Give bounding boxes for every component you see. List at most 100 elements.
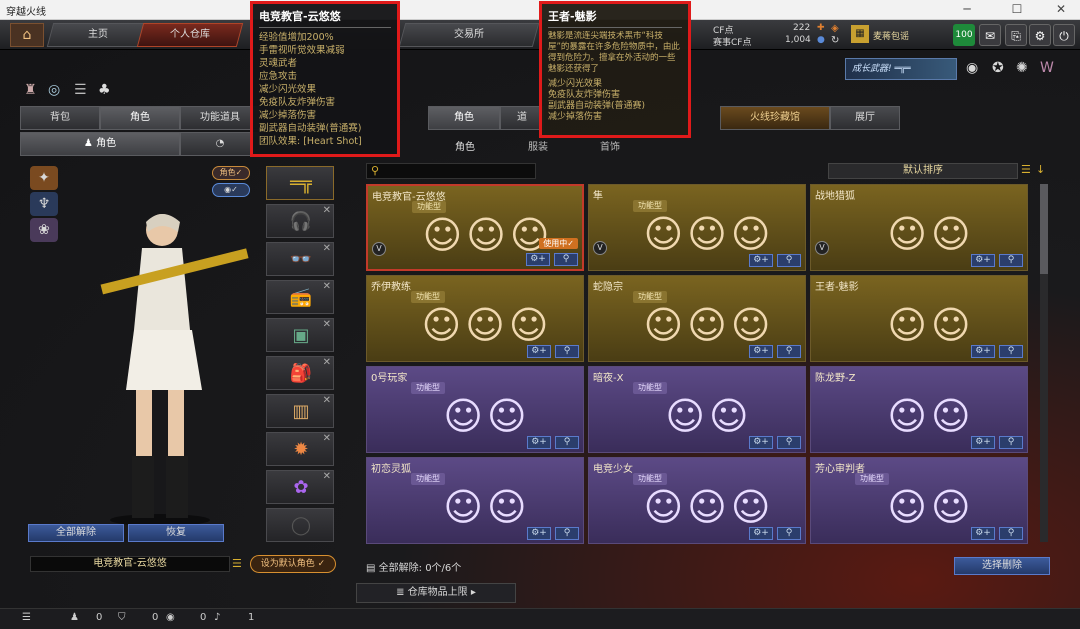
search-icon[interactable]: ⚲ — [554, 253, 578, 266]
tab-exchange[interactable]: 交易所 — [398, 23, 540, 47]
category-icon-2[interactable]: ♆ — [30, 192, 58, 216]
equip-button[interactable]: ⚙+ — [749, 527, 773, 540]
refresh-icon[interactable]: ↻ — [831, 35, 839, 46]
cf-add-icon[interactable]: ✚ — [817, 23, 825, 33]
slot-glasses[interactable]: ✕ 👓 — [266, 242, 334, 276]
equip-button[interactable]: ⚙+ — [527, 436, 551, 449]
character-card[interactable]: 蛇隐宗 功能型 ☺ ☺ ☺ ⚙+ ⚲ — [588, 275, 806, 362]
subtab-other[interactable]: ◔ — [180, 132, 260, 156]
equip-button[interactable]: ⚙+ — [749, 254, 773, 267]
character-card[interactable]: 芳心审判者 功能型 ☺ ☺ ⚙+ ⚲ — [810, 457, 1028, 544]
role-toggle[interactable]: 角色✓ — [212, 166, 250, 180]
equip-button[interactable]: ⚙+ — [526, 253, 550, 266]
maximize-icon[interactable]: ☐ — [1004, 2, 1030, 18]
speaker-icon[interactable]: ♪ — [214, 612, 220, 623]
category-icon-1[interactable]: ✦ — [30, 166, 58, 190]
character-card[interactable]: 暗夜-X 功能型 ☺ ☺ ⚙+ ⚲ — [588, 366, 806, 453]
search-icon[interactable]: ⚲ — [555, 345, 579, 358]
friends-icon[interactable]: ♟ — [70, 612, 79, 623]
subtab-character[interactable]: ♟ 角色 — [20, 132, 180, 156]
gift-icon[interactable]: ▦ — [851, 25, 869, 43]
tab-backpack[interactable]: 背包 — [20, 106, 100, 130]
remove-icon[interactable]: ✕ — [323, 433, 331, 444]
equip-button[interactable]: ⚙+ — [971, 436, 995, 449]
tab-home[interactable]: 主页 — [46, 23, 150, 47]
slot-headphones[interactable]: ✕ 🎧 — [266, 204, 334, 238]
badge-icon-1[interactable]: ◉ — [966, 60, 978, 76]
scrollbar[interactable] — [1040, 184, 1048, 542]
slot-empty[interactable]: ◯ — [266, 508, 334, 542]
slot-ammo[interactable]: ✕ ▥ — [266, 394, 334, 428]
remove-icon[interactable]: ✕ — [323, 357, 331, 368]
slot-spray[interactable]: ✕ ✹ — [266, 432, 334, 466]
list-view-icon[interactable]: ☰ — [1021, 163, 1031, 176]
search-icon[interactable]: ⚲ — [555, 436, 579, 449]
search-icon[interactable]: ⚲ — [777, 345, 801, 358]
bag-icon[interactable]: ♣ — [98, 82, 111, 98]
tab-warehouse[interactable]: 个人仓库 — [136, 23, 244, 47]
subtab-role[interactable]: 角色 — [455, 138, 475, 153]
search-icon[interactable]: ⚲ — [777, 527, 801, 540]
search-icon[interactable]: ⚲ — [777, 254, 801, 267]
character-card[interactable]: 乔伊教练 功能型 ☺ ☺ ☺ ⚙+ ⚲ — [366, 275, 584, 362]
select-delete-button[interactable]: 选择删除 — [954, 557, 1050, 575]
sort-down-icon[interactable]: ↓ — [1036, 163, 1045, 176]
equip-button[interactable]: ⚙+ — [527, 527, 551, 540]
restore-button[interactable]: 恢复 — [128, 524, 224, 542]
subtab-outfit[interactable]: 服装 — [528, 138, 548, 153]
tab-character[interactable]: 角色 — [100, 106, 180, 130]
gift-label[interactable]: 麦蒋包谣 — [873, 29, 909, 42]
rank-icon[interactable]: ♜ — [24, 82, 37, 98]
subtab-jewelry[interactable]: 首饰 — [600, 138, 620, 153]
power-icon[interactable]: ⏻ — [1053, 24, 1075, 46]
sort-dropdown[interactable]: 默认排序 — [828, 163, 1018, 179]
exit-icon[interactable]: ⎘ — [1005, 24, 1027, 46]
category-icon-3[interactable]: ❀ — [30, 218, 58, 242]
equip-button[interactable]: ⚙+ — [749, 436, 773, 449]
tab-items[interactable]: 功能道具 — [180, 106, 260, 130]
chat-icon[interactable]: ◉ — [166, 612, 175, 623]
slot-emblem[interactable]: ✕ ✿ — [266, 470, 334, 504]
character-card[interactable]: 初恋灵狐 功能型 ☺ ☺ ⚙+ ⚲ — [366, 457, 584, 544]
list-icon[interactable]: ☰ — [22, 612, 31, 623]
slot-weapon[interactable]: ═╦ — [266, 166, 334, 200]
tab-right-character[interactable]: 角色 — [428, 106, 500, 130]
character-card[interactable]: 战地猎狐 ☺ ☺ V ⚙+ ⚲ — [810, 184, 1028, 271]
home-icon[interactable]: ⌂ — [10, 23, 44, 47]
search-icon[interactable]: ⚲ — [777, 436, 801, 449]
eye-toggle[interactable]: ◉✓ — [212, 183, 250, 197]
clan-icon[interactable]: ⛉ — [118, 612, 126, 623]
remove-icon[interactable]: ✕ — [323, 281, 331, 292]
gear-icon[interactable]: ⚙ — [1029, 24, 1051, 46]
badge-icon-3[interactable]: ✺ — [1016, 60, 1028, 76]
remove-icon[interactable]: ✕ — [323, 319, 331, 330]
slot-vest[interactable]: ✕ ▣ — [266, 318, 334, 352]
release-all-button[interactable]: 全部解除 — [28, 524, 124, 542]
badge-icon-4[interactable]: W — [1040, 60, 1054, 76]
slot-backpack[interactable]: ✕ 🎒 — [266, 356, 334, 390]
equip-button[interactable]: ⚙+ — [971, 527, 995, 540]
character-model[interactable] — [70, 200, 250, 530]
wheel-icon[interactable]: ◎ — [48, 82, 60, 98]
slot-radio[interactable]: ✕ 📻 — [266, 280, 334, 314]
equip-button[interactable]: ⚙+ — [971, 345, 995, 358]
search-input[interactable]: ⚲ — [366, 163, 536, 179]
sort-icon[interactable]: ☰ — [74, 82, 87, 98]
character-card[interactable]: 电竞教官-云悠悠 功能型 ☺ ☺ ☺ 使用中✓ V ⚙+ ⚲ — [366, 184, 584, 271]
promo-banner[interactable]: 成长武器! ═╦═ — [845, 58, 957, 80]
character-card[interactable]: 电竞少女 功能型 ☺ ☺ ☺ ⚙+ ⚲ — [588, 457, 806, 544]
menu-icon[interactable]: ☰ — [232, 557, 242, 570]
search-icon[interactable]: ⚲ — [999, 436, 1023, 449]
equip-button[interactable]: ⚙+ — [971, 254, 995, 267]
badge-icon-2[interactable]: ✪ — [992, 60, 1004, 76]
set-default-button[interactable]: 设为默认角色 ✓ — [250, 555, 336, 573]
remove-icon[interactable]: ✕ — [323, 395, 331, 406]
search-icon[interactable]: ⚲ — [999, 345, 1023, 358]
equip-button[interactable]: ⚙+ — [527, 345, 551, 358]
search-icon[interactable]: ⚲ — [999, 527, 1023, 540]
character-card[interactable]: 隼功能型 ☺ ☺ ☺ V ⚙+ ⚲ — [588, 184, 806, 271]
close-icon[interactable]: ✕ — [1048, 2, 1074, 18]
tab-gallery[interactable]: 展厅 — [830, 106, 900, 130]
remove-icon[interactable]: ✕ — [323, 205, 331, 216]
mail-icon[interactable]: ✉ — [979, 24, 1001, 46]
